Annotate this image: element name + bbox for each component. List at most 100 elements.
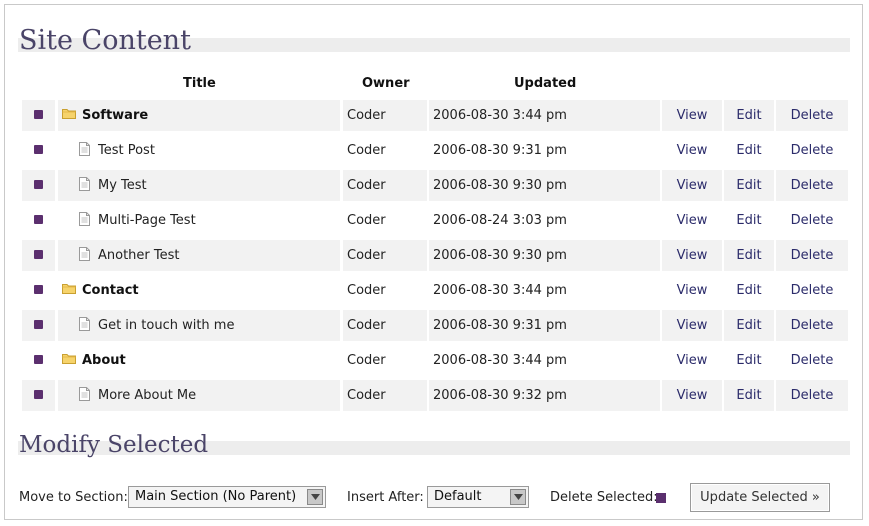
row-checkbox[interactable] — [34, 145, 43, 154]
column-header-updated: Updated — [514, 76, 577, 91]
title-cell: More About Me — [58, 380, 340, 411]
updated-cell: 2006-08-30 3:44 pm — [429, 275, 660, 306]
delete-link[interactable]: Delete — [776, 380, 848, 411]
view-link[interactable]: View — [662, 345, 722, 376]
row-owner: Coder — [347, 178, 386, 193]
edit-cell: Edit — [724, 310, 774, 341]
delete-cell: Delete — [776, 310, 848, 341]
title-cell: Get in touch with me — [58, 310, 340, 341]
edit-cell: Edit — [724, 135, 774, 166]
updated-cell: 2006-08-30 3:44 pm — [429, 345, 660, 376]
select-cell — [22, 380, 55, 411]
updated-cell: 2006-08-30 9:31 pm — [429, 135, 660, 166]
edit-cell: Edit — [724, 380, 774, 411]
view-cell: View — [662, 135, 722, 166]
row-updated: 2006-08-30 9:32 pm — [433, 388, 567, 403]
row-checkbox[interactable] — [34, 285, 43, 294]
edit-link[interactable]: Edit — [724, 100, 774, 131]
view-cell: View — [662, 275, 722, 306]
row-title: More About Me — [98, 388, 197, 403]
delete-link[interactable]: Delete — [776, 170, 848, 201]
view-link[interactable]: View — [662, 135, 722, 166]
view-link[interactable]: View — [662, 170, 722, 201]
view-link[interactable]: View — [662, 310, 722, 341]
insert-after-select[interactable]: Default — [427, 486, 529, 508]
page-icon — [79, 177, 90, 191]
page-icon — [79, 142, 90, 156]
owner-cell: Coder — [343, 310, 427, 341]
move-to-section-value: Main Section (No Parent) — [135, 489, 297, 504]
row-updated: 2006-08-30 9:31 pm — [433, 318, 567, 333]
edit-link[interactable]: Edit — [724, 170, 774, 201]
title-cell: Test Post — [58, 135, 340, 166]
select-cell — [22, 345, 55, 376]
row-owner: Coder — [347, 248, 386, 263]
title-cell: My Test — [58, 170, 340, 201]
title-cell: Software — [58, 100, 340, 131]
owner-cell: Coder — [343, 275, 427, 306]
delete-link[interactable]: Delete — [776, 345, 848, 376]
delete-link[interactable]: Delete — [776, 240, 848, 271]
view-cell: View — [662, 310, 722, 341]
delete-selected-label: Delete Selected: — [550, 490, 658, 505]
table-row: Test Post Coder 2006-08-30 9:31 pm View Edit… — [22, 135, 848, 166]
delete-cell: Delete — [776, 135, 848, 166]
row-title: My Test — [98, 178, 147, 193]
updated-cell: 2006-08-30 9:30 pm — [429, 240, 660, 271]
row-owner: Coder — [347, 353, 386, 368]
edit-link[interactable]: Edit — [724, 135, 774, 166]
edit-link[interactable]: Edit — [724, 345, 774, 376]
page-title: Site Content — [19, 25, 191, 56]
site-content-header: Site Content — [18, 22, 850, 56]
edit-link[interactable]: Edit — [724, 275, 774, 306]
edit-cell: Edit — [724, 240, 774, 271]
delete-link[interactable]: Delete — [776, 135, 848, 166]
edit-link[interactable]: Edit — [724, 205, 774, 236]
folder-icon — [62, 108, 76, 119]
chevron-down-icon[interactable] — [510, 489, 526, 505]
edit-cell: Edit — [724, 205, 774, 236]
row-checkbox[interactable] — [34, 320, 43, 329]
row-checkbox[interactable] — [34, 110, 43, 119]
modify-selected-title: Modify Selected — [19, 432, 209, 458]
select-cell — [22, 135, 55, 166]
row-updated: 2006-08-30 9:30 pm — [433, 248, 567, 263]
column-header-title: Title — [183, 76, 216, 91]
view-link[interactable]: View — [662, 275, 722, 306]
edit-link[interactable]: Edit — [724, 310, 774, 341]
chevron-down-icon[interactable] — [307, 489, 323, 505]
row-checkbox[interactable] — [34, 355, 43, 364]
row-checkbox[interactable] — [34, 180, 43, 189]
edit-link[interactable]: Edit — [724, 380, 774, 411]
view-link[interactable]: View — [662, 205, 722, 236]
row-checkbox[interactable] — [34, 390, 43, 399]
view-link[interactable]: View — [662, 380, 722, 411]
row-title: Another Test — [98, 248, 180, 263]
page-icon — [79, 387, 90, 401]
update-selected-button[interactable]: Update Selected » — [690, 483, 830, 512]
row-owner: Coder — [347, 143, 386, 158]
table-row: Another Test Coder 2006-08-30 9:30 pm View E… — [22, 240, 848, 271]
delete-link[interactable]: Delete — [776, 100, 848, 131]
delete-link[interactable]: Delete — [776, 205, 848, 236]
row-updated: 2006-08-30 3:44 pm — [433, 283, 567, 298]
delete-link[interactable]: Delete — [776, 310, 848, 341]
updated-cell: 2006-08-24 3:03 pm — [429, 205, 660, 236]
edit-cell: Edit — [724, 345, 774, 376]
view-link[interactable]: View — [662, 240, 722, 271]
select-cell — [22, 205, 55, 236]
delete-cell: Delete — [776, 240, 848, 271]
delete-link[interactable]: Delete — [776, 275, 848, 306]
move-to-section-select[interactable]: Main Section (No Parent) — [128, 486, 326, 508]
view-link[interactable]: View — [662, 100, 722, 131]
title-cell: Multi-Page Test — [58, 205, 340, 236]
edit-link[interactable]: Edit — [724, 240, 774, 271]
delete-cell: Delete — [776, 275, 848, 306]
row-title: Software — [82, 108, 149, 123]
row-checkbox[interactable] — [34, 250, 43, 259]
move-to-section-label: Move to Section: — [19, 490, 128, 505]
row-checkbox[interactable] — [34, 215, 43, 224]
folder-icon — [62, 283, 76, 294]
row-owner: Coder — [347, 213, 386, 228]
delete-selected-checkbox[interactable] — [656, 493, 666, 503]
